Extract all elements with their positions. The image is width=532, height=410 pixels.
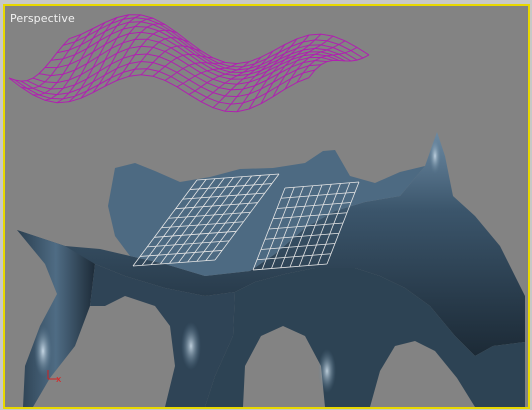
highlight-right: [318, 349, 336, 393]
wireframe-line: [68, 14, 130, 103]
wireframe-surface[interactable]: [8, 14, 370, 113]
viewport-frame: x Perspective: [0, 0, 532, 410]
perspective-viewport[interactable]: x Perspective: [3, 4, 530, 409]
scene-canvas: x: [8, 14, 525, 407]
wireframe-line: [8, 74, 310, 113]
viewport-label[interactable]: Perspective: [10, 12, 75, 25]
highlight-center: [181, 322, 201, 370]
highlight-peak: [429, 138, 441, 174]
wireframe-line: [33, 28, 94, 96]
solid-surface[interactable]: [17, 132, 525, 407]
axis-x-label: x: [56, 375, 62, 385]
highlight-left: [34, 325, 52, 377]
